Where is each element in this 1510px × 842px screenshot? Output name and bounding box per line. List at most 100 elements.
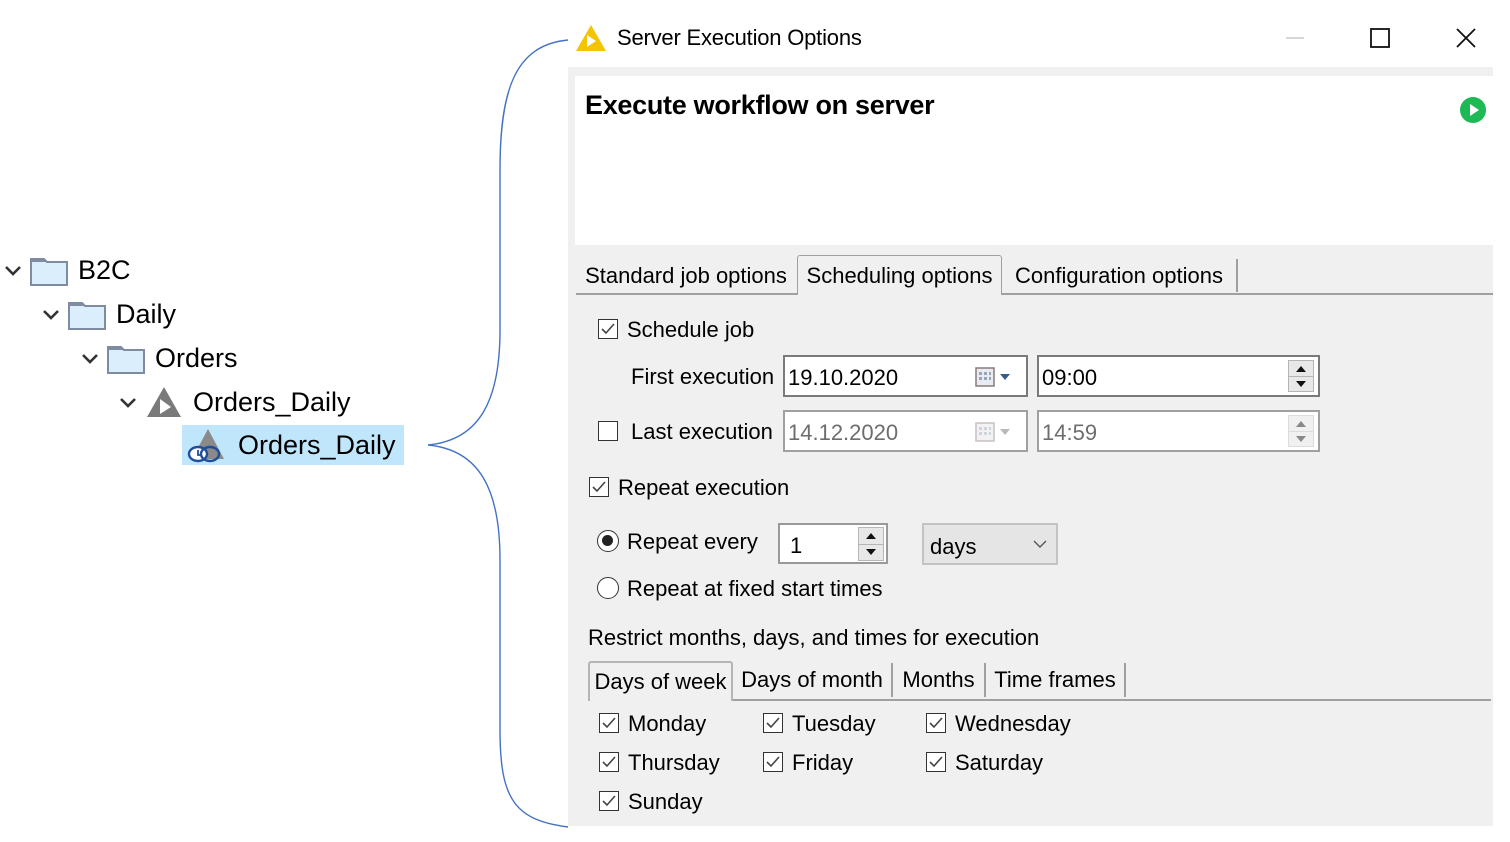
repeat-unit-dropdown[interactable]: days <box>922 523 1058 565</box>
subtab-months[interactable]: Months <box>893 663 986 697</box>
tuesday-checkbox[interactable] <box>763 713 783 733</box>
arrow-down-icon <box>866 549 876 555</box>
schedule-job-checkbox[interactable] <box>598 319 618 339</box>
tree-item-label: Daily <box>116 298 177 329</box>
subtab-label: Time frames <box>994 667 1116 692</box>
repeat-every-spinner <box>858 527 884 561</box>
checkmark-icon <box>602 756 616 768</box>
tab-standard-job-options[interactable]: Standard job options <box>576 259 796 292</box>
tree-item-workflow[interactable]: Orders_Daily <box>117 382 351 422</box>
folder-icon <box>107 346 145 374</box>
thursday-checkbox[interactable] <box>599 752 619 772</box>
chevron-down-icon[interactable] <box>79 347 101 369</box>
first-execution-time-field[interactable]: 09:00 <box>1037 355 1320 397</box>
restriction-tabs: Days of week Days of month Months Time f… <box>588 661 1491 701</box>
minimize-button[interactable] <box>1270 18 1320 58</box>
folder-icon <box>68 302 106 330</box>
tree-item-daily[interactable]: Daily <box>40 294 176 334</box>
checkmark-icon <box>929 717 943 729</box>
saturday-checkbox[interactable] <box>926 752 946 772</box>
chevron-down-icon[interactable] <box>2 259 24 281</box>
wednesday-checkbox[interactable] <box>926 713 946 733</box>
selection-highlight: Orders_Daily <box>182 425 404 465</box>
chevron-down-icon[interactable] <box>117 391 139 413</box>
minimize-icon <box>1286 37 1304 39</box>
friday-label: Friday <box>792 750 854 775</box>
play-circle-icon[interactable] <box>1459 96 1487 124</box>
spinner-up-button[interactable] <box>1289 416 1313 432</box>
spinner-up-button[interactable] <box>1289 361 1313 377</box>
radio-selected-dot <box>602 535 613 546</box>
tree-item-label: Orders <box>155 342 238 373</box>
repeat-every-value: 1 <box>790 533 803 558</box>
workflow-icon <box>147 387 181 417</box>
calendar-dropdown-icon[interactable] <box>974 366 1016 388</box>
first-execution-date-field[interactable]: 19.10.2020 <box>783 355 1028 397</box>
last-execution-date-value: 14.12.2020 <box>788 420 899 445</box>
tree-item-scheduled-job[interactable]: Orders_Daily <box>182 425 404 465</box>
first-execution-time-spinner <box>1288 360 1314 392</box>
main-tabs: Standard job options Scheduling options … <box>576 255 1493 295</box>
tab-configuration-options[interactable]: Configuration options <box>1002 259 1238 292</box>
subtab-label: Days of week <box>594 669 727 694</box>
repeat-every-value-field[interactable]: 1 <box>778 523 888 564</box>
repeat-fixed-times-radio[interactable] <box>597 577 619 599</box>
checkmark-icon <box>601 323 615 335</box>
maximize-button[interactable] <box>1355 18 1405 58</box>
friday-checkbox[interactable] <box>763 752 783 772</box>
thursday-label: Thursday <box>628 750 720 775</box>
subtab-label: Days of month <box>741 667 883 692</box>
checkmark-icon <box>766 756 780 768</box>
close-button[interactable] <box>1441 18 1491 58</box>
tab-scheduling-options[interactable]: Scheduling options <box>797 255 1002 295</box>
tab-label: Standard job options <box>585 262 787 288</box>
repeat-fixed-times-label: Repeat at fixed start times <box>627 576 883 601</box>
subtab-days-of-month[interactable]: Days of month <box>733 663 893 697</box>
folder-icon <box>30 258 68 286</box>
sunday-checkbox[interactable] <box>599 791 619 811</box>
saturday-label: Saturday <box>955 750 1044 775</box>
window-title: Server Execution Options <box>617 25 862 50</box>
tree-item-orders[interactable]: Orders <box>79 338 238 378</box>
restrict-section-label: Restrict months, days, and times for exe… <box>588 625 1040 650</box>
arrow-down-icon <box>1296 435 1306 442</box>
wednesday-label: Wednesday <box>955 711 1071 736</box>
tree-item-label: Orders_Daily <box>193 386 351 417</box>
close-icon <box>1456 28 1476 48</box>
dialog-header-title: Execute workflow on server <box>585 90 935 120</box>
spinner-up-button[interactable] <box>859 528 883 545</box>
last-execution-date-field[interactable]: 14.12.2020 <box>783 410 1028 452</box>
checkmark-icon <box>592 481 606 493</box>
repeat-execution-checkbox[interactable] <box>589 477 609 497</box>
checkmark-icon <box>602 795 616 807</box>
last-execution-label: Last execution <box>631 419 773 444</box>
chevron-down-icon[interactable] <box>40 303 62 325</box>
first-execution-label: First execution <box>631 364 775 389</box>
chevron-down-icon <box>1033 540 1047 548</box>
spinner-down-button[interactable] <box>1289 431 1313 446</box>
tree-item-b2c[interactable]: B2C <box>2 250 131 290</box>
curly-bracket-connector <box>427 39 569 828</box>
arrow-up-icon <box>866 533 876 539</box>
window-titlebar: Server Execution Options <box>575 18 1495 58</box>
sunday-label: Sunday <box>628 789 703 814</box>
checkmark-icon <box>929 756 943 768</box>
arrow-down-icon <box>1296 380 1306 387</box>
spinner-down-button[interactable] <box>1289 376 1313 391</box>
tab-label: Configuration options <box>1015 262 1223 288</box>
maximize-icon <box>1370 28 1390 48</box>
monday-checkbox[interactable] <box>599 713 619 733</box>
repeat-every-label: Repeat every <box>627 529 758 554</box>
calendar-dropdown-icon[interactable] <box>974 421 1016 443</box>
arrow-up-icon <box>1296 365 1306 372</box>
scheduled-job-icon <box>187 429 224 463</box>
last-execution-checkbox[interactable] <box>598 421 618 441</box>
checkmark-icon <box>766 717 780 729</box>
tree-item-label: B2C <box>78 254 131 285</box>
spinner-down-button[interactable] <box>859 544 883 560</box>
repeat-every-radio[interactable] <box>597 530 619 552</box>
last-execution-time-field[interactable]: 14:59 <box>1037 410 1320 452</box>
subtab-days-of-week[interactable]: Days of week <box>588 661 733 701</box>
subtab-time-frames[interactable]: Time frames <box>986 663 1126 697</box>
checkmark-icon <box>602 717 616 729</box>
